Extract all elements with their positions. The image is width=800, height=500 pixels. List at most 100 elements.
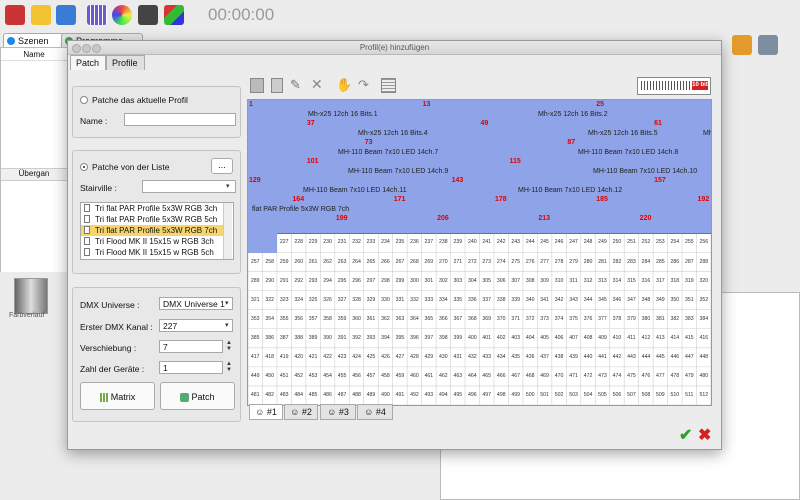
channel-cell[interactable]: 305 xyxy=(480,278,494,284)
channel-cell[interactable]: 509 xyxy=(653,392,667,398)
channel-cell[interactable]: 503 xyxy=(566,392,580,398)
channel-cell[interactable]: 247 xyxy=(566,239,580,245)
universe-tab-3[interactable]: ☺ #3 xyxy=(320,404,356,420)
channel-cell[interactable]: 455 xyxy=(335,373,349,379)
channel-cell[interactable]: 427 xyxy=(393,354,407,360)
channel-cell[interactable]: 320 xyxy=(697,278,711,284)
channel-cell[interactable]: 423 xyxy=(335,354,349,360)
channel-cell[interactable]: 422 xyxy=(320,354,334,360)
channel-cell[interactable]: 406 xyxy=(552,335,566,341)
fixture-grid-icon[interactable] xyxy=(87,5,107,25)
channel-cell[interactable]: 438 xyxy=(552,354,566,360)
channel-cell[interactable]: 477 xyxy=(653,373,667,379)
channel-cell[interactable]: 343 xyxy=(566,297,580,303)
rgb-cube-icon[interactable] xyxy=(164,5,184,25)
channel-cell[interactable]: 410 xyxy=(610,335,624,341)
channel-cell[interactable]: 355 xyxy=(277,316,291,322)
channel-cell[interactable]: 265 xyxy=(364,259,378,265)
channel-cell[interactable]: 473 xyxy=(595,373,609,379)
channel-cell[interactable]: 319 xyxy=(682,278,696,284)
channel-cell[interactable]: 351 xyxy=(682,297,696,303)
channel-cell[interactable]: 491 xyxy=(393,392,407,398)
channel-cell[interactable]: 453 xyxy=(306,373,320,379)
universe-tab-4[interactable]: ☺ #4 xyxy=(357,404,393,420)
channel-cell[interactable]: 495 xyxy=(451,392,465,398)
channel-cell[interactable]: 268 xyxy=(407,259,421,265)
channel-cell[interactable]: 309 xyxy=(537,278,551,284)
channel-cell[interactable]: 282 xyxy=(610,259,624,265)
patch-current-radio[interactable] xyxy=(80,96,88,104)
channel-cell[interactable]: 239 xyxy=(451,239,465,245)
channel-cell[interactable]: 316 xyxy=(639,278,653,284)
channel-cell[interactable]: 450 xyxy=(262,373,276,379)
channel-cell[interactable]: 234 xyxy=(378,239,392,245)
add-user-icon[interactable] xyxy=(732,35,752,55)
channel-cell[interactable]: 245 xyxy=(537,239,551,245)
channel-cell[interactable]: 365 xyxy=(422,316,436,322)
channel-cell[interactable]: 510 xyxy=(668,392,682,398)
channel-cell[interactable]: 321 xyxy=(248,297,262,303)
channel-cell[interactable]: 307 xyxy=(508,278,522,284)
channel-cell[interactable]: 407 xyxy=(566,335,580,341)
channel-cell[interactable]: 501 xyxy=(537,392,551,398)
channel-cell[interactable]: 332 xyxy=(407,297,421,303)
channel-cell[interactable]: 331 xyxy=(393,297,407,303)
channel-cell[interactable]: 366 xyxy=(436,316,450,322)
channel-cell[interactable]: 313 xyxy=(595,278,609,284)
channel-cell[interactable]: 434 xyxy=(494,354,508,360)
list-scrollbar[interactable] xyxy=(223,203,232,259)
channel-cell[interactable]: 464 xyxy=(465,373,479,379)
channel-cell[interactable]: 312 xyxy=(581,278,595,284)
channel-cell[interactable]: 507 xyxy=(624,392,638,398)
channel-cell[interactable]: 483 xyxy=(277,392,291,398)
channel-cell[interactable]: 295 xyxy=(335,278,349,284)
channel-cell[interactable]: 326 xyxy=(320,297,334,303)
channel-cell[interactable]: 294 xyxy=(320,278,334,284)
channel-cell[interactable]: 274 xyxy=(494,259,508,265)
universe-tab-2[interactable]: ☺ #2 xyxy=(284,404,318,420)
channel-cell[interactable]: 404 xyxy=(523,335,537,341)
list-item-selected[interactable]: Tri flat PAR Profile 5x3W RGB 7ch xyxy=(81,225,223,236)
channel-cell[interactable]: 371 xyxy=(508,316,522,322)
channel-cell[interactable]: 271 xyxy=(451,259,465,265)
browse-button[interactable]: ... xyxy=(211,158,233,174)
channel-cell[interactable]: 288 xyxy=(697,259,711,265)
channel-cell[interactable]: 363 xyxy=(393,316,407,322)
channel-cell[interactable]: 468 xyxy=(523,373,537,379)
channel-cell[interactable]: 308 xyxy=(523,278,537,284)
channel-cell[interactable]: 300 xyxy=(407,278,421,284)
channel-cell[interactable]: 275 xyxy=(508,259,522,265)
channel-cell[interactable]: 457 xyxy=(364,373,378,379)
channel-cell[interactable]: 263 xyxy=(335,259,349,265)
channel-cell[interactable]: 449 xyxy=(248,373,262,379)
channel-cell[interactable]: 249 xyxy=(595,239,609,245)
channel-cell[interactable]: 235 xyxy=(393,239,407,245)
channel-cell[interactable]: 370 xyxy=(494,316,508,322)
channel-cell[interactable]: 390 xyxy=(320,335,334,341)
channel-cell[interactable]: 262 xyxy=(320,259,334,265)
offset-stepper[interactable]: ▲ ▼ xyxy=(225,340,233,353)
channel-cell[interactable]: 424 xyxy=(349,354,363,360)
channel-cell[interactable]: 277 xyxy=(537,259,551,265)
channel-cell[interactable]: 241 xyxy=(480,239,494,245)
channel-cell[interactable]: 347 xyxy=(624,297,638,303)
bit-resolution-control[interactable]: 10 bit xyxy=(637,77,711,95)
channel-cell[interactable]: 315 xyxy=(624,278,638,284)
channel-cell[interactable]: 506 xyxy=(610,392,624,398)
channel-cell[interactable]: 482 xyxy=(262,392,276,398)
channel-cell[interactable]: 395 xyxy=(393,335,407,341)
channel-cell[interactable]: 354 xyxy=(262,316,276,322)
channel-cell[interactable]: 471 xyxy=(566,373,580,379)
channel-cell[interactable]: 466 xyxy=(494,373,508,379)
channel-cell[interactable]: 511 xyxy=(682,392,696,398)
channel-cell[interactable]: 465 xyxy=(480,373,494,379)
channel-cell[interactable]: 301 xyxy=(422,278,436,284)
channel-cell[interactable]: 246 xyxy=(552,239,566,245)
channel-cell[interactable]: 254 xyxy=(668,239,682,245)
channel-cell[interactable]: 440 xyxy=(581,354,595,360)
channel-cell[interactable]: 243 xyxy=(508,239,522,245)
channel-cell[interactable]: 358 xyxy=(320,316,334,322)
open-folder-icon[interactable] xyxy=(31,5,51,25)
channel-cell[interactable]: 430 xyxy=(436,354,450,360)
channel-cell[interactable]: 383 xyxy=(682,316,696,322)
